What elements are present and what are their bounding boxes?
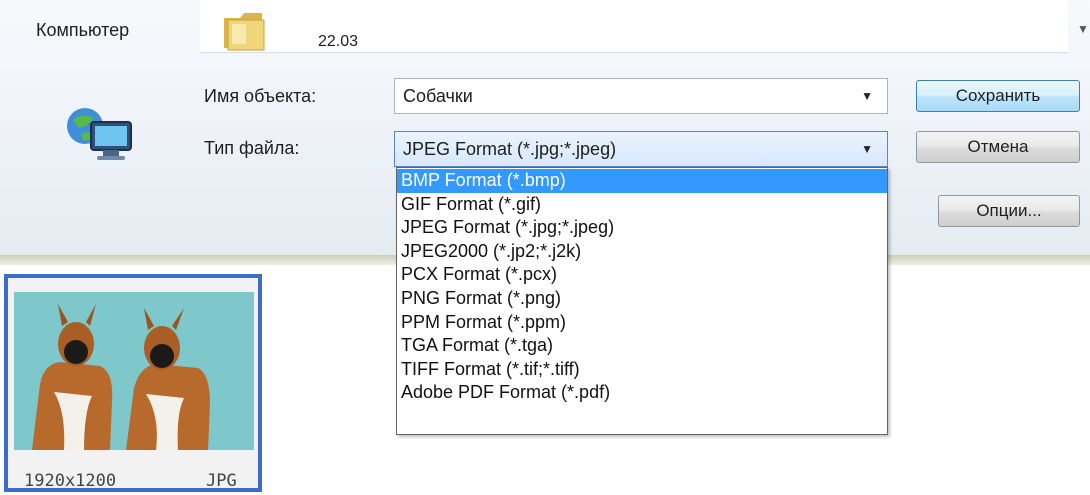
dropdown-option[interactable]: PPM Format (*.ppm) <box>397 311 887 335</box>
dropdown-option[interactable]: PCX Format (*.pcx) <box>397 263 887 287</box>
dropdown-option[interactable]: PNG Format (*.png) <box>397 287 887 311</box>
file-type-select[interactable]: JPEG Format (*.jpg;*.jpeg) ▼ <box>394 131 888 167</box>
options-button[interactable]: Опции... <box>938 195 1080 227</box>
thumbnail-dimensions: 1920x1200 <box>24 471 117 491</box>
dropdown-option[interactable]: JPEG Format (*.jpg;*.jpeg) <box>397 216 887 240</box>
dropdown-option[interactable]: TIFF Format (*.tif;*.tiff) <box>397 358 887 382</box>
name-input-value: Собачки <box>403 86 473 106</box>
file-type-value: JPEG Format (*.jpg;*.jpeg) <box>403 139 617 159</box>
dropdown-option[interactable]: BMP Format (*.bmp) <box>397 169 887 193</box>
cancel-button[interactable]: Отмена <box>916 131 1080 163</box>
save-button[interactable]: Сохранить <box>916 80 1080 112</box>
dogs-image <box>14 292 254 450</box>
folder-icon[interactable] <box>222 10 272 52</box>
dropdown-option[interactable]: JPEG2000 (*.jp2;*.j2k) <box>397 240 887 264</box>
image-thumbnail[interactable]: 1920x1200 JPG <box>4 274 262 492</box>
folder-label[interactable]: 22.03 <box>318 33 358 52</box>
name-label: Имя объекта: <box>204 86 317 106</box>
scroll-down-icon[interactable]: ▼ <box>1077 22 1089 36</box>
chevron-down-icon[interactable]: ▼ <box>861 132 873 166</box>
chevron-down-icon[interactable]: ▼ <box>861 79 873 113</box>
network-computer-icon <box>67 108 132 160</box>
type-label: Тип файла: <box>204 138 300 158</box>
dropdown-option[interactable]: Adobe PDF Format (*.pdf) <box>397 381 887 405</box>
name-input[interactable]: Собачки ▼ <box>394 78 888 114</box>
nav-item-computer[interactable]: Компьютер <box>36 20 129 41</box>
thumbnail-type: JPG <box>206 471 237 491</box>
file-type-dropdown-list[interactable]: BMP Format (*.bmp) GIF Format (*.gif) JP… <box>396 167 888 435</box>
dropdown-option[interactable]: TGA Format (*.tga) <box>397 334 887 358</box>
dropdown-option[interactable]: GIF Format (*.gif) <box>397 193 887 217</box>
